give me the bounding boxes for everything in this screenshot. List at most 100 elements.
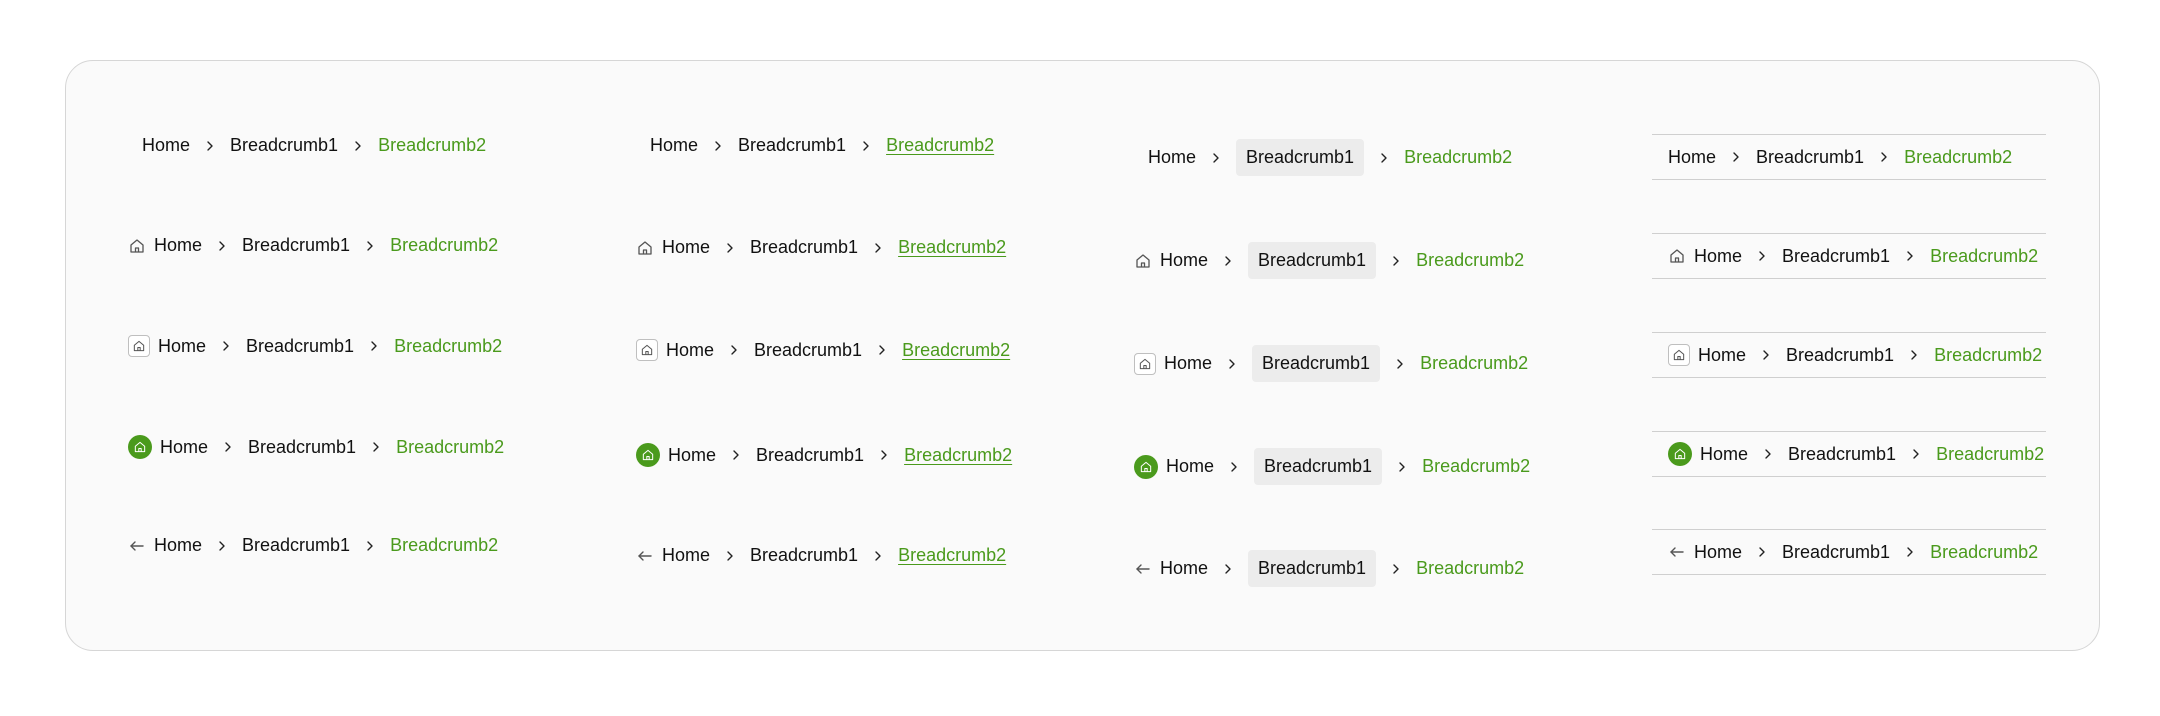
breadcrumb-current[interactable]: Breadcrumb2 [1416,558,1524,579]
breadcrumb-middle-link[interactable]: Breadcrumb1 [230,135,338,156]
breadcrumb-home-link[interactable]: Home [666,340,714,361]
breadcrumb-home-link[interactable]: Home [1160,250,1208,271]
breadcrumb-current[interactable]: Breadcrumb2 [1904,147,2012,168]
breadcrumb: Home Breadcrumb1 Breadcrumb2 [1652,233,2046,279]
breadcrumb-home-link[interactable]: Home [1694,542,1742,563]
breadcrumb: Home Breadcrumb1 Breadcrumb2 [1134,345,1528,382]
home-icon[interactable] [636,239,654,257]
breadcrumb-home-link[interactable]: Home [1700,444,1748,465]
chevron-right-icon [1754,544,1770,560]
breadcrumb-home-link[interactable]: Home [662,237,710,258]
breadcrumb-home-link[interactable]: Home [158,336,206,357]
breadcrumb-middle-link[interactable]: Breadcrumb1 [1788,444,1896,465]
breadcrumb-home-link[interactable]: Home [668,445,716,466]
breadcrumb-middle-link[interactable]: Breadcrumb1 [750,545,858,566]
breadcrumb-middle-link[interactable]: Breadcrumb1 [242,235,350,256]
arrow-left-icon[interactable] [128,537,146,555]
breadcrumb-home-link[interactable]: Home [1164,353,1212,374]
home-icon[interactable] [636,443,660,467]
chevron-right-icon [1208,150,1224,166]
chevron-right-icon [1226,459,1242,475]
chevron-right-icon [726,342,742,358]
breadcrumb-middle-link[interactable]: Breadcrumb1 [1252,345,1381,382]
breadcrumb-home-link[interactable]: Home [1694,246,1742,267]
breadcrumb-home-link[interactable]: Home [662,545,710,566]
breadcrumb-home-link[interactable]: Home [1166,456,1214,477]
breadcrumb-current[interactable]: Breadcrumb2 [898,545,1006,566]
breadcrumb: Home Breadcrumb1 Breadcrumb2 [1134,550,1524,587]
arrow-left-icon[interactable] [1134,560,1152,578]
breadcrumb: Home Breadcrumb1 Breadcrumb2 [1148,139,1512,176]
breadcrumb-middle-link[interactable]: Breadcrumb1 [1782,542,1890,563]
home-icon[interactable] [1134,252,1152,270]
breadcrumb-current[interactable]: Breadcrumb2 [1420,353,1528,374]
chevron-right-icon [214,238,230,254]
breadcrumb-current[interactable]: Breadcrumb2 [390,535,498,556]
breadcrumb-middle-link[interactable]: Breadcrumb1 [1786,345,1894,366]
breadcrumb-home-link[interactable]: Home [154,535,202,556]
breadcrumb-current[interactable]: Breadcrumb2 [1416,250,1524,271]
breadcrumb-current[interactable]: Breadcrumb2 [902,340,1010,361]
chevron-right-icon [366,338,382,354]
chevron-right-icon [1906,347,1922,363]
home-icon[interactable] [128,335,150,357]
breadcrumb-middle-link[interactable]: Breadcrumb1 [1248,242,1377,279]
chevron-right-icon [1394,459,1410,475]
breadcrumb: Home Breadcrumb1 Breadcrumb2 [636,339,1010,361]
breadcrumb-middle-link[interactable]: Breadcrumb1 [1782,246,1890,267]
home-icon[interactable] [636,339,658,361]
home-icon[interactable] [128,237,146,255]
breadcrumb-home-link[interactable]: Home [1148,147,1196,168]
breadcrumb-middle-link[interactable]: Breadcrumb1 [1254,448,1383,485]
arrow-left-icon[interactable] [1668,543,1686,561]
chevron-right-icon [870,548,886,564]
breadcrumb-middle-link[interactable]: Breadcrumb1 [756,445,864,466]
breadcrumb-current[interactable]: Breadcrumb2 [1422,456,1530,477]
breadcrumb-middle-link[interactable]: Breadcrumb1 [1248,550,1377,587]
breadcrumb-middle-link[interactable]: Breadcrumb1 [246,336,354,357]
breadcrumb-home-link[interactable]: Home [650,135,698,156]
home-icon[interactable] [1668,247,1686,265]
chevron-right-icon [1220,253,1236,269]
chevron-right-icon [1392,356,1408,372]
breadcrumb-middle-link[interactable]: Breadcrumb1 [750,237,858,258]
breadcrumb-home-link[interactable]: Home [154,235,202,256]
breadcrumb-middle-link[interactable]: Breadcrumb1 [1236,139,1365,176]
breadcrumb-current[interactable]: Breadcrumb2 [886,135,994,156]
home-icon[interactable] [1134,352,1156,375]
breadcrumb-current[interactable]: Breadcrumb2 [1404,147,1512,168]
breadcrumb-middle-link[interactable]: Breadcrumb1 [754,340,862,361]
breadcrumb-current[interactable]: Breadcrumb2 [1930,542,2038,563]
breadcrumb: Home Breadcrumb1 Breadcrumb2 [650,135,994,156]
breadcrumb-current[interactable]: Breadcrumb2 [904,445,1012,466]
breadcrumb-current[interactable]: Breadcrumb2 [394,336,502,357]
breadcrumb-home-link[interactable]: Home [142,135,190,156]
breadcrumb-home-link[interactable]: Home [1698,345,1746,366]
breadcrumb-home-link[interactable]: Home [160,437,208,458]
breadcrumb-middle-link[interactable]: Breadcrumb1 [738,135,846,156]
breadcrumb-current[interactable]: Breadcrumb2 [390,235,498,256]
breadcrumb: Home Breadcrumb1 Breadcrumb2 [1134,448,1530,485]
chevron-right-icon [876,447,892,463]
breadcrumb-middle-link[interactable]: Breadcrumb1 [242,535,350,556]
breadcrumb-home-link[interactable]: Home [1160,558,1208,579]
breadcrumb-current[interactable]: Breadcrumb2 [1930,246,2038,267]
chevron-right-icon [1876,149,1892,165]
breadcrumb-current[interactable]: Breadcrumb2 [396,437,504,458]
breadcrumb-middle-link[interactable]: Breadcrumb1 [248,437,356,458]
breadcrumb-middle-link[interactable]: Breadcrumb1 [1756,147,1864,168]
breadcrumb: Home Breadcrumb1 Breadcrumb2 [128,335,502,357]
arrow-left-icon[interactable] [636,547,654,565]
breadcrumb-current[interactable]: Breadcrumb2 [378,135,486,156]
home-icon[interactable] [1134,454,1158,479]
chevron-right-icon [1908,446,1924,462]
breadcrumb-current[interactable]: Breadcrumb2 [898,237,1006,258]
breadcrumb-current[interactable]: Breadcrumb2 [1934,345,2042,366]
chevron-right-icon [722,548,738,564]
home-icon[interactable] [1668,344,1690,366]
breadcrumb-home-link[interactable]: Home [1668,147,1716,168]
home-icon[interactable] [128,435,152,459]
home-icon[interactable] [1668,442,1692,466]
chevron-right-icon [870,240,886,256]
breadcrumb-current[interactable]: Breadcrumb2 [1936,444,2044,465]
